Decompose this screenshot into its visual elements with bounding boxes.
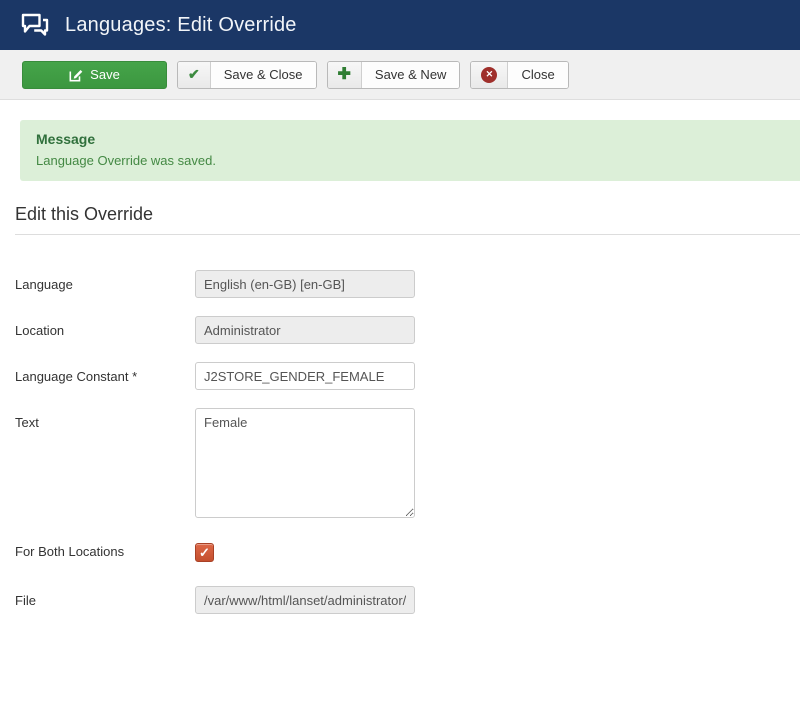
for-both-locations-row: For Both Locations ✓ [15, 540, 800, 562]
language-field [195, 270, 415, 298]
file-row: File [15, 586, 800, 614]
language-row: Language [15, 270, 800, 298]
comments-icon [20, 12, 50, 38]
location-field [195, 316, 415, 344]
save-and-close-button[interactable]: ✔ Save & Close [177, 61, 317, 89]
page-header: Languages: Edit Override [0, 0, 800, 50]
for-both-locations-label: For Both Locations [15, 540, 195, 562]
edit-icon [69, 68, 83, 82]
for-both-locations-checkbox[interactable]: ✓ [195, 543, 214, 562]
file-label: File [15, 586, 195, 614]
language-constant-row: Language Constant * [15, 362, 800, 390]
save-button[interactable]: Save [22, 61, 167, 89]
location-label: Location [15, 316, 195, 344]
toolbar: Save ✔ Save & Close ✚ Save & New ✕ Close [0, 50, 800, 100]
cancel-circle-icon: ✕ [471, 62, 508, 88]
save-and-new-button[interactable]: ✚ Save & New [327, 61, 461, 89]
close-button-label: Close [508, 62, 567, 88]
plus-icon: ✚ [328, 62, 362, 88]
save-and-close-label: Save & Close [211, 62, 316, 88]
language-constant-label: Language Constant * [15, 362, 195, 390]
language-label: Language [15, 270, 195, 298]
location-row: Location [15, 316, 800, 344]
language-constant-field[interactable] [195, 362, 415, 390]
text-row: Text Female [15, 408, 800, 518]
message-heading: Message [36, 131, 784, 147]
override-form: Language Location Language Constant * Te… [15, 270, 800, 614]
message-alert: Message Language Override was saved. [20, 120, 800, 181]
section-title: Edit this Override [15, 204, 800, 235]
save-button-label: Save [90, 67, 120, 82]
text-label: Text [15, 408, 195, 518]
file-field [195, 586, 415, 614]
close-button[interactable]: ✕ Close [470, 61, 568, 89]
page-title: Languages: Edit Override [65, 14, 297, 37]
check-icon: ✔ [178, 62, 211, 88]
save-and-new-label: Save & New [362, 62, 460, 88]
text-field[interactable]: Female [195, 408, 415, 518]
message-body: Language Override was saved. [36, 153, 784, 168]
